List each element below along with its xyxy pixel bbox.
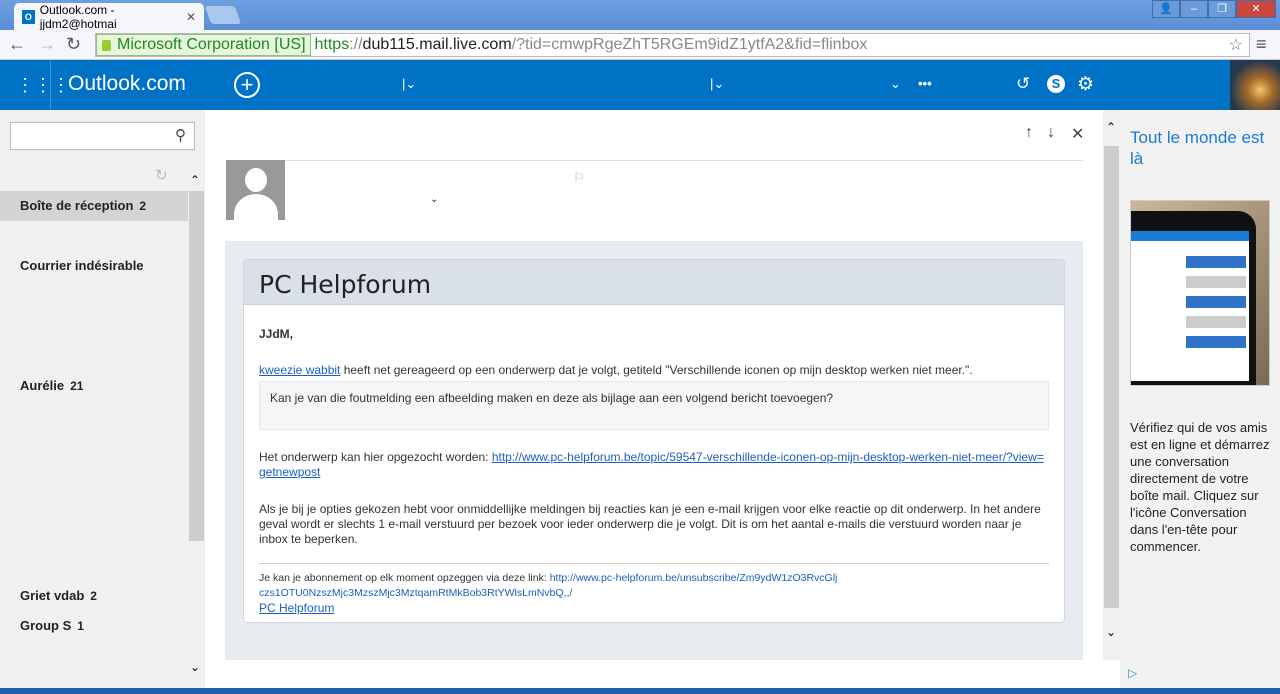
address-bar-row: ← → ↻ Microsoft Corporation [US] https:/… [0,30,1280,60]
ad-image[interactable] [1130,200,1270,386]
folder-label: Courrier indésirable [20,258,144,273]
next-message-icon[interactable]: ↓ [1047,124,1055,142]
folder-griet-vdab[interactable]: Griet vdab 2 [0,581,188,611]
reading-scrollbar[interactable]: ⌃ ⌄ [1103,110,1120,660]
folder-scrollbar[interactable]: ⌃ ⌄ [188,165,205,685]
url-path: /?tid=cmwpRgeZhT5RGEm9idZ1ytfA2&fid=flin… [511,36,868,53]
folder-label: Boîte de réception [20,198,134,213]
scroll-up-icon[interactable]: ⌃ [190,173,200,187]
divider [259,563,1049,564]
email-card-title: PC Helpforum [244,260,1064,305]
folder-aurelie[interactable]: Aurélie 21 [0,371,188,401]
footer-link[interactable]: PC Helpforum [259,601,334,615]
footer-link-wrap: PC Helpforum [259,601,334,616]
folder-count: 21 [70,379,84,393]
topic-label: Het onderwerp kan hier opgezocht worden: [259,450,492,464]
close-window-button[interactable]: ✕ [1236,0,1276,18]
topic-text: Het onderwerp kan hier opgezocht worden:… [259,450,1049,480]
folder-label: Aurélie [20,378,65,393]
skype-icon[interactable]: S [1047,75,1065,93]
new-message-button[interactable]: + [234,72,260,98]
intro: heeft net gereageerd op een onderwerp da… [340,363,973,377]
new-tab-button[interactable] [204,6,242,24]
folder-group-s[interactable]: Group S 1 [0,611,188,641]
scroll-down-icon[interactable]: ⌄ [190,660,200,674]
adchoices-icon[interactable]: ▷ [1128,666,1137,680]
url-scheme: https [314,36,350,53]
sender-avatar [226,160,285,220]
flag-icon[interactable]: ⚐ [573,170,585,186]
divider [225,160,1083,161]
action-dropdown-2[interactable]: |⌄ [710,76,724,92]
previous-message-icon[interactable]: ↑ [1025,124,1033,142]
bookmark-star-icon[interactable]: ☆ [1229,35,1243,55]
scrollbar-thumb[interactable] [1104,146,1119,608]
url-sep: :// [349,36,363,53]
reload-icon[interactable]: ↻ [66,34,81,55]
browser-tab[interactable]: O Outlook.com - jjdm2@hotmai ✕ [14,2,204,31]
back-icon[interactable]: ← [8,34,26,55]
restore-button[interactable]: ❐ [1208,0,1236,18]
ad-pane: Tout le monde est là Vérifiez qui de vos… [1120,110,1280,694]
folder-pane: ⚲ ↻ Boîte de réception 2 Courrier indésir… [0,110,205,694]
action-dropdown-1[interactable]: |⌄ [402,76,416,92]
unsub-label: Je kan je abonnement op elk moment opzeg… [259,572,550,584]
expand-details-icon[interactable]: ⌄ [430,194,438,205]
app-launcher-icon[interactable]: ⋮⋮⋮ [16,76,70,94]
email-card: PC Helpforum JJdM, kweezie wabbit heeft … [243,259,1065,623]
action-dropdown-3[interactable]: ⌄ [890,76,901,92]
user-icon[interactable]: 👤 [1152,0,1180,18]
quoted-reply: Kan je van die foutmelding een afbeeldin… [259,381,1049,430]
folder-count: 2 [139,199,147,213]
close-tab-icon[interactable]: ✕ [186,10,196,24]
intro-text: kweezie wabbit heeft net gereageerd op e… [259,363,1049,378]
taskbar [0,688,1280,694]
settings-gear-icon[interactable]: ⚙ [1077,73,1094,96]
ev-certificate-badge[interactable]: Microsoft Corporation [US] [96,34,311,56]
minimize-button[interactable]: – [1180,0,1208,18]
folder-label: Griet vdab [20,588,85,603]
folder-count: 1 [77,619,84,633]
scroll-up-icon[interactable]: ⌃ [1106,120,1116,134]
unsubscribe-text: Je kan je abonnement op elk moment opzeg… [259,571,839,601]
scroll-down-icon[interactable]: ⌄ [1106,625,1116,639]
browser-tab-bar: O Outlook.com - jjdm2@hotmai ✕ 👤 – ❐ ✕ [0,0,1280,31]
greeting: JJdM, [259,327,294,341]
search-icon[interactable]: ⚲ [175,126,186,144]
close-message-icon[interactable]: ✕ [1071,124,1084,144]
brand-title[interactable]: Outlook.com [68,72,186,96]
forward-icon[interactable]: → [38,34,56,55]
more-icon[interactable]: ••• [918,76,932,91]
ad-title[interactable]: Tout le monde est là [1130,127,1270,169]
ad-body: Vérifiez qui de vos amis est en ligne et… [1130,420,1270,554]
outlook-header: ⋮⋮⋮ Outlook.com + |⌄ |⌄ ⌄ ••• ↺ S ⚙ [0,60,1230,110]
folder-junk[interactable]: Courrier indésirable [0,251,188,281]
undo-icon[interactable]: ↺ [1016,74,1030,94]
ad-banner-image[interactable] [1230,60,1280,110]
refresh-icon[interactable]: ↻ [155,166,168,184]
notice-text: Als je bij je opties gekozen hebt voor o… [259,502,1041,546]
url-field[interactable]: Microsoft Corporation [US] https://dub11… [95,33,1250,57]
url-host: dub115.mail.live.com [362,36,512,53]
tab-title: Outlook.com - jjdm2@hotmai [39,2,117,31]
folder-count: 2 [90,589,97,603]
search-input[interactable]: ⚲ [10,122,195,150]
menu-icon[interactable]: ≡ [1256,34,1267,55]
author-link[interactable]: kweezie wabbit [259,363,340,377]
folder-inbox[interactable]: Boîte de réception 2 [0,191,188,221]
scrollbar-thumb[interactable] [189,191,204,541]
folder-label: Group S [20,618,72,633]
header-divider [50,60,51,110]
outlook-favicon-icon: O [22,9,35,24]
